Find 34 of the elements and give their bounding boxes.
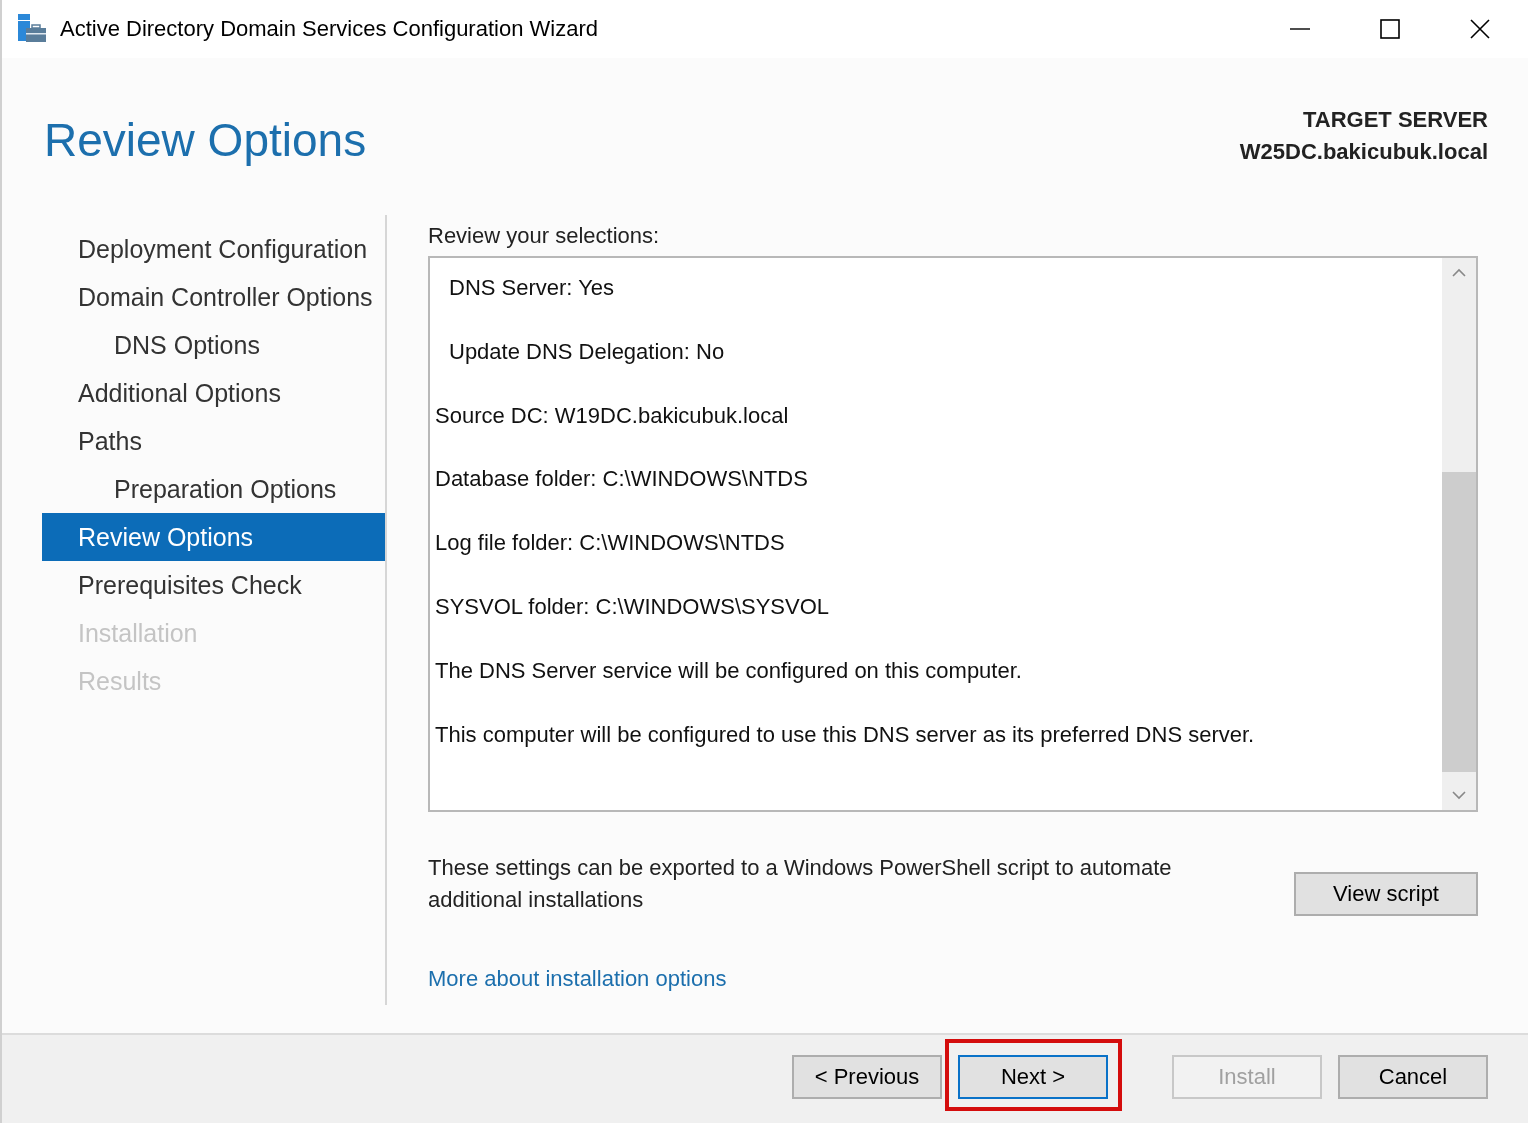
- review-line: SYSVOL folder: C:\WINDOWS\SYSVOL: [435, 593, 831, 621]
- scroll-up-icon[interactable]: [1452, 268, 1466, 277]
- view-script-button[interactable]: View script: [1294, 872, 1478, 916]
- review-line: DNS Server: Yes: [448, 274, 616, 302]
- sidebar-item[interactable]: Paths: [42, 417, 385, 465]
- wizard-button[interactable]: Cancel: [1338, 1055, 1488, 1099]
- review-line: This computer will be configured to use this DNS server as its preferred DNS server.: [435, 720, 1256, 749]
- scrollbar-thumb[interactable]: [1442, 472, 1476, 772]
- sidebar-item[interactable]: Domain Controller Options: [42, 273, 385, 321]
- target-server-label: TARGET SERVER: [1302, 106, 1488, 134]
- wizard-button[interactable]: Next >: [958, 1055, 1108, 1099]
- sidebar-item[interactable]: Deployment Configuration: [42, 225, 385, 273]
- sidebar-item[interactable]: Additional Options: [42, 369, 385, 417]
- maximize-icon[interactable]: [1380, 19, 1400, 39]
- scroll-down-icon[interactable]: [1452, 791, 1466, 800]
- sidebar-item[interactable]: DNS Options: [42, 321, 385, 369]
- sidebar-item[interactable]: Prerequisites Check: [42, 561, 385, 609]
- review-line: The DNS Server service will be configured on this computer.: [435, 656, 1023, 685]
- section-heading: Review your selections:: [428, 223, 661, 249]
- close-icon[interactable]: [1470, 19, 1490, 39]
- sidebar-item[interactable]: Review Options: [42, 513, 385, 561]
- review-line: Update DNS Delegation: No: [448, 337, 726, 366]
- scrollbar[interactable]: [1442, 258, 1476, 810]
- review-line: Source DC: W19DC.bakicubuk.local: [435, 401, 790, 430]
- window-title: Active Directory Domain Services Configuration Wizard: [60, 16, 598, 42]
- review-line: Database folder: C:\WINDOWS\NTDS: [435, 465, 809, 494]
- target-server-name: W25DC.bakicubuk.local: [1239, 138, 1488, 166]
- more-info-link[interactable]: More about installation options: [428, 966, 727, 992]
- review-line: Log file folder: C:\WINDOWS\NTDS: [435, 529, 786, 558]
- wizard-button[interactable]: < Previous: [792, 1055, 942, 1099]
- export-description: These settings can be exported to a Windows PowerShell script to automate additional installations: [428, 854, 1173, 914]
- page-title: Review Options: [44, 113, 367, 167]
- server-toolbox-icon: [16, 13, 48, 45]
- sidebar-item[interactable]: Preparation Options: [42, 465, 385, 513]
